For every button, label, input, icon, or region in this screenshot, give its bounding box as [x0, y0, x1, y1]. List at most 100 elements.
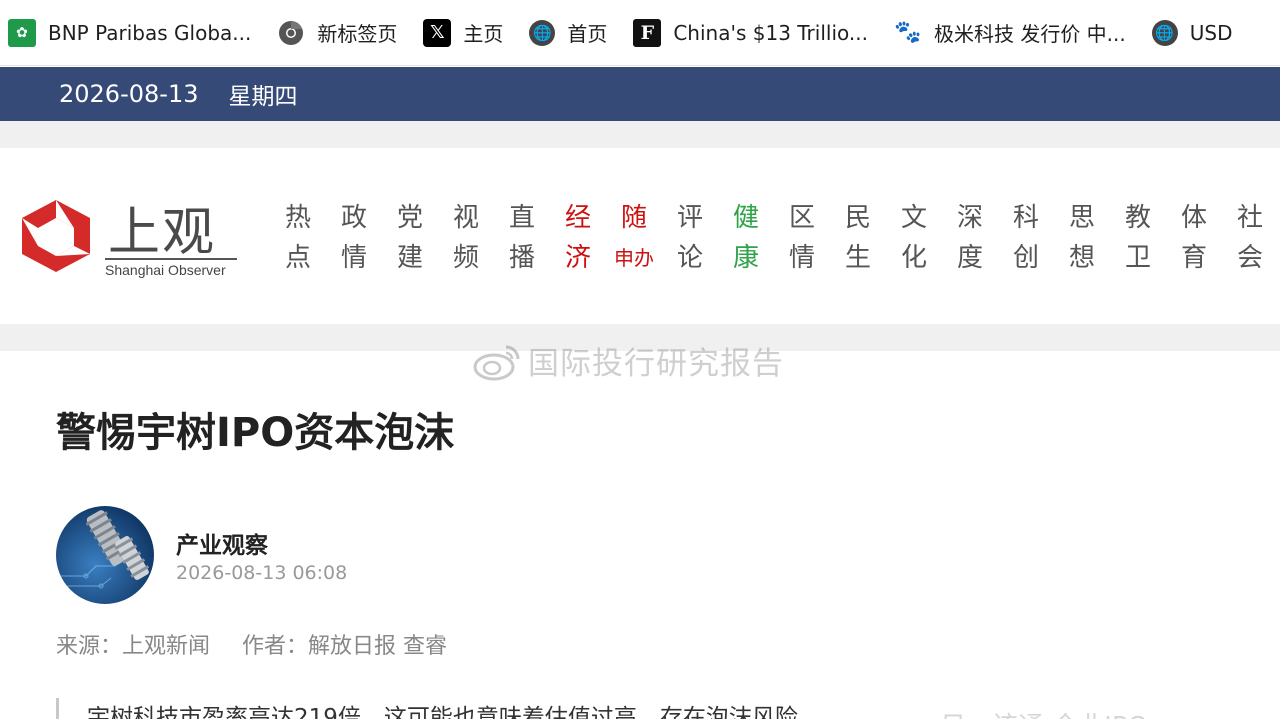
bookmark-x-home[interactable]: 𝕏 主页	[423, 13, 503, 53]
globe-icon: 🌐	[529, 19, 556, 46]
nav-item-health[interactable]: 健康	[718, 198, 774, 278]
bookmark-label: 主页	[463, 22, 504, 46]
logo-chinese-text: 上观	[108, 203, 217, 263]
shanghai-observer-logo-icon	[22, 200, 90, 272]
nav-item-video[interactable]: 视频	[438, 198, 494, 278]
nav-label: 创	[1012, 243, 1039, 273]
bookmark-label: USD	[1189, 20, 1233, 45]
article-title: 警惕宇树IPO资本泡沫	[56, 410, 455, 456]
nav-label: 会	[1236, 243, 1263, 273]
nav-item-culture[interactable]: 文化	[886, 198, 942, 278]
nav-item-hot[interactable]: 热点	[270, 198, 326, 278]
bookmark-label: 新标签页	[317, 22, 398, 46]
nav-label: 康	[732, 243, 759, 273]
nav-label: 党	[396, 203, 423, 233]
nav-label: 播	[508, 243, 535, 273]
main-nav: 热点 政情 党建 视频 直播 经济 随申办 评论 健康 区情 民生 文化 深度 …	[270, 198, 1278, 278]
author-avatar[interactable]	[56, 506, 154, 604]
nav-item-live[interactable]: 直播	[494, 198, 550, 278]
nav-label: 健	[732, 203, 759, 233]
nav-label: 经	[564, 203, 591, 233]
current-weekday: 星期四	[228, 84, 298, 110]
nav-label: 点	[284, 243, 311, 273]
nav-label: 政	[340, 203, 367, 233]
bookmarks-bar: ✿ BNP Paribas Globa... 新标签页 𝕏 主页 🌐 首页 F …	[0, 0, 1280, 66]
article-meta: 来源：上观新闻 作者：解放日报 查睿	[56, 628, 447, 660]
nav-item-depth[interactable]: 深度	[942, 198, 998, 278]
nav-label: 社	[1236, 203, 1263, 233]
nav-label: 度	[956, 243, 983, 273]
bookmark-label: 极米科技 发行价 中...	[933, 22, 1126, 46]
bookmark-label: China's $13 Trillio...	[673, 20, 868, 45]
divider-strip	[0, 121, 1280, 148]
nav-label: 育	[1180, 243, 1207, 273]
nav-label: 教	[1124, 203, 1151, 233]
nav-item-tech[interactable]: 科创	[998, 198, 1054, 278]
summary-text: 宇树科技市盈率高达219倍，这可能也意味着估值过高，存在泡沫风险	[87, 705, 798, 719]
nav-label: 思	[1068, 203, 1095, 233]
nav-item-education-health[interactable]: 教卫	[1110, 198, 1166, 278]
nav-label: 申办	[614, 246, 654, 270]
nav-item-society[interactable]: 社会	[1222, 198, 1278, 278]
nav-label: 情	[340, 243, 367, 273]
nav-label: 生	[844, 243, 871, 273]
bookmark-baidu[interactable]: 🐾 极米科技 发行价 中...	[894, 13, 1126, 53]
nav-item-thought[interactable]: 思想	[1054, 198, 1110, 278]
logo-english-text: Shanghai Observer	[105, 262, 226, 278]
nav-label: 化	[900, 243, 927, 273]
gears-avatar-icon	[56, 506, 154, 604]
bookmark-usd[interactable]: 🌐 USD	[1151, 13, 1233, 53]
bookmark-ft[interactable]: F China's $13 Trillio...	[633, 13, 868, 53]
nav-label: 民	[844, 203, 871, 233]
ft-icon: F	[633, 18, 662, 47]
publish-time: 2026-08-13 06:08	[176, 562, 348, 584]
bookmark-home[interactable]: 🌐 首页	[529, 13, 607, 53]
site-logo[interactable]: 上观 Shanghai Observer	[16, 200, 246, 280]
current-date: 2026-08-13	[59, 80, 199, 108]
watermark-text: 国际投行研究报告	[528, 346, 784, 382]
nav-label: 科	[1012, 203, 1039, 233]
author-name[interactable]: 产业观察	[176, 526, 268, 560]
nav-label: 随	[620, 203, 647, 233]
bookmark-new-tab[interactable]: 新标签页	[277, 13, 397, 53]
chrome-icon	[277, 19, 305, 47]
byline-label: 作者：解放日报 查睿	[242, 634, 448, 659]
logo-divider	[105, 258, 237, 260]
nav-item-district[interactable]: 区情	[774, 198, 830, 278]
nav-item-sports[interactable]: 体育	[1166, 198, 1222, 278]
bookmark-bnp[interactable]: ✿ BNP Paribas Globa...	[8, 13, 251, 53]
source-label: 来源：上观新闻	[56, 634, 211, 659]
nav-label: 体	[1180, 203, 1207, 233]
nav-item-party[interactable]: 党建	[382, 198, 438, 278]
nav-item-comment[interactable]: 评论	[662, 198, 718, 278]
baidu-paw-icon: 🐾	[894, 20, 922, 45]
date-bar: 2026-08-13 星期四	[0, 67, 1280, 121]
summary-overflow-text: 日，该通 企业IPO	[940, 706, 1148, 719]
site-header: 上观 Shanghai Observer 热点 政情 党建 视频 直播 经济 随…	[0, 148, 1280, 324]
nav-item-suishenban[interactable]: 随申办	[606, 198, 662, 278]
x-icon: 𝕏	[423, 18, 452, 47]
nav-label: 区	[788, 203, 815, 233]
nav-label: 频	[452, 243, 479, 273]
nav-item-politics[interactable]: 政情	[326, 198, 382, 278]
nav-label: 深	[956, 203, 983, 233]
nav-label: 热	[284, 203, 311, 233]
nav-label: 视	[452, 203, 479, 233]
nav-item-livelihood[interactable]: 民生	[830, 198, 886, 278]
globe-icon: 🌐	[1151, 19, 1178, 46]
nav-label: 评	[676, 203, 703, 233]
bookmark-label: BNP Paribas Globa...	[48, 20, 252, 45]
nav-label: 想	[1068, 243, 1095, 273]
bookmark-label: 首页	[567, 22, 608, 46]
weibo-icon	[473, 345, 520, 380]
nav-item-economy[interactable]: 经济	[550, 198, 606, 278]
bnp-icon: ✿	[8, 18, 36, 47]
nav-label: 直	[508, 203, 535, 233]
nav-label: 论	[676, 243, 703, 273]
nav-label: 文	[900, 203, 927, 233]
nav-label: 情	[788, 243, 815, 273]
nav-label: 济	[564, 243, 591, 273]
weibo-watermark: 国际投行研究报告	[472, 338, 784, 383]
nav-label: 建	[396, 243, 423, 273]
nav-label: 卫	[1124, 243, 1151, 273]
